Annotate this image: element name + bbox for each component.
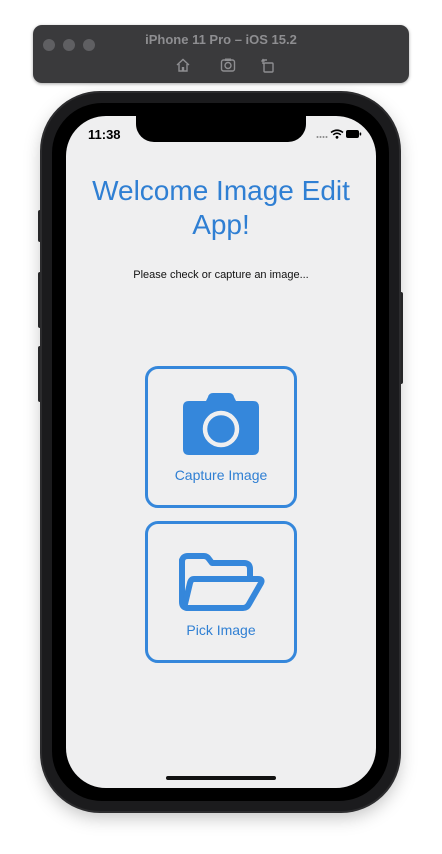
instruction-text: Please check or capture an image... bbox=[133, 269, 309, 281]
simulator-title-bar: iPhone 11 Pro – iOS 15.2 bbox=[33, 25, 409, 83]
welcome-title-text: Welcome Image Edit App! bbox=[92, 175, 350, 240]
folder-icon bbox=[179, 553, 265, 611]
status-icons bbox=[316, 129, 362, 139]
simulator-title: iPhone 11 Pro – iOS 15.2 bbox=[145, 32, 297, 47]
camera-icon bbox=[183, 393, 259, 455]
home-icon[interactable] bbox=[174, 56, 192, 74]
notch bbox=[136, 116, 306, 142]
pick-image-label: Pick Image bbox=[186, 622, 256, 638]
home-indicator[interactable] bbox=[166, 776, 276, 780]
status-time: 11:38 bbox=[88, 127, 121, 142]
simulator-toolbar bbox=[33, 56, 409, 74]
screenshot-icon[interactable] bbox=[219, 56, 237, 74]
signal-dots-icon bbox=[316, 136, 328, 138]
pick-image-button[interactable]: Pick Image bbox=[145, 521, 297, 663]
rotate-icon[interactable] bbox=[259, 56, 277, 74]
welcome-title: Welcome Image Edit App! bbox=[66, 174, 376, 242]
battery-icon bbox=[346, 130, 362, 138]
wifi-icon bbox=[330, 129, 344, 139]
capture-image-button[interactable]: Capture Image bbox=[145, 366, 297, 508]
device-screen: 11:38 Welcome Image Edit App! Please che… bbox=[66, 116, 376, 788]
capture-image-label: Capture Image bbox=[174, 467, 268, 483]
